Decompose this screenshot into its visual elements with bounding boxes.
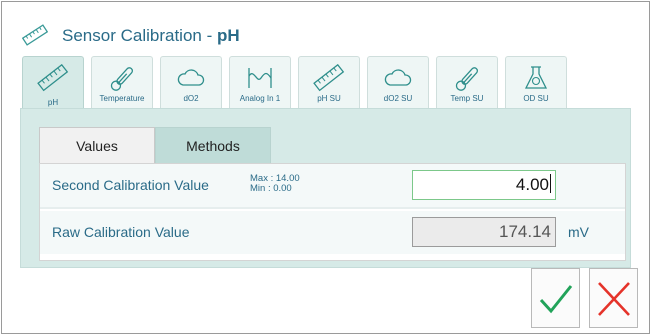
raw-calibration-label: Raw Calibration Value	[52, 224, 190, 240]
tab-analog-in-1[interactable]: Analog In 1	[229, 56, 291, 108]
value-range: Max : 14.00 Min : 0.00	[250, 174, 300, 194]
calibration-values-table: Second Calibration Value Max : 14.00 Min…	[39, 163, 626, 261]
signal-icon	[248, 68, 272, 88]
text-caret	[550, 174, 551, 193]
tab-ph-su[interactable]: pH SU	[298, 56, 360, 108]
cloud-icon	[177, 69, 205, 86]
confirm-button[interactable]	[531, 268, 580, 328]
min-value: Min : 0.00	[250, 183, 292, 194]
title-prefix: Sensor Calibration -	[62, 26, 217, 45]
second-calibration-label: Second Calibration Value	[52, 177, 209, 193]
tab-label: Temp SU	[450, 94, 484, 103]
tab-do2[interactable]: dO2	[160, 56, 222, 108]
tab-temp-su[interactable]: Temp SU	[436, 56, 498, 108]
tab-label: dO2 SU	[383, 94, 413, 103]
raw-calibration-value: 174.14	[412, 217, 556, 247]
ruler-icon	[313, 64, 345, 92]
checkmark-icon	[539, 285, 573, 314]
tab-ph[interactable]: pH	[22, 56, 84, 112]
calibration-dialog: Sensor Calibration - pH pH Temperature d…	[1, 1, 650, 334]
second-calibration-row: Second Calibration Value Max : 14.00 Min…	[40, 164, 625, 209]
cancel-button[interactable]	[589, 268, 638, 328]
dialog-title: Sensor Calibration - pH	[62, 26, 240, 46]
tab-values[interactable]: Values	[39, 127, 155, 164]
second-calibration-input[interactable]: 4.00	[412, 170, 556, 200]
tab-temperature[interactable]: Temperature	[91, 56, 153, 108]
tab-methods[interactable]: Methods	[155, 127, 271, 164]
second-calibration-input-text: 4.00	[515, 175, 549, 194]
tab-label: pH SU	[317, 94, 341, 103]
thermometer-icon	[455, 67, 479, 91]
close-icon	[598, 282, 630, 316]
thermometer-icon	[110, 67, 134, 91]
tab-label: dO2	[183, 94, 199, 103]
raw-calibration-row: Raw Calibration Value 174.14 mV	[40, 211, 625, 254]
raw-calibration-unit: mV	[568, 224, 589, 240]
flask-icon	[524, 66, 548, 89]
ruler-icon	[37, 64, 69, 92]
tab-label: Temperature	[99, 94, 145, 103]
ruler-icon	[22, 24, 48, 46]
tab-od-su[interactable]: OD SU	[505, 56, 567, 108]
calibration-panel: Values Methods Second Calibration Value …	[20, 108, 631, 268]
tab-label: pH	[47, 98, 59, 107]
title-bar: Sensor Calibration - pH	[2, 2, 649, 54]
title-sensor-unit: pH	[216, 26, 240, 45]
tab-label: OD SU	[523, 94, 549, 103]
tab-label: Analog In 1	[239, 94, 281, 103]
cloud-icon	[384, 69, 412, 86]
tab-do2-su[interactable]: dO2 SU	[367, 56, 429, 108]
